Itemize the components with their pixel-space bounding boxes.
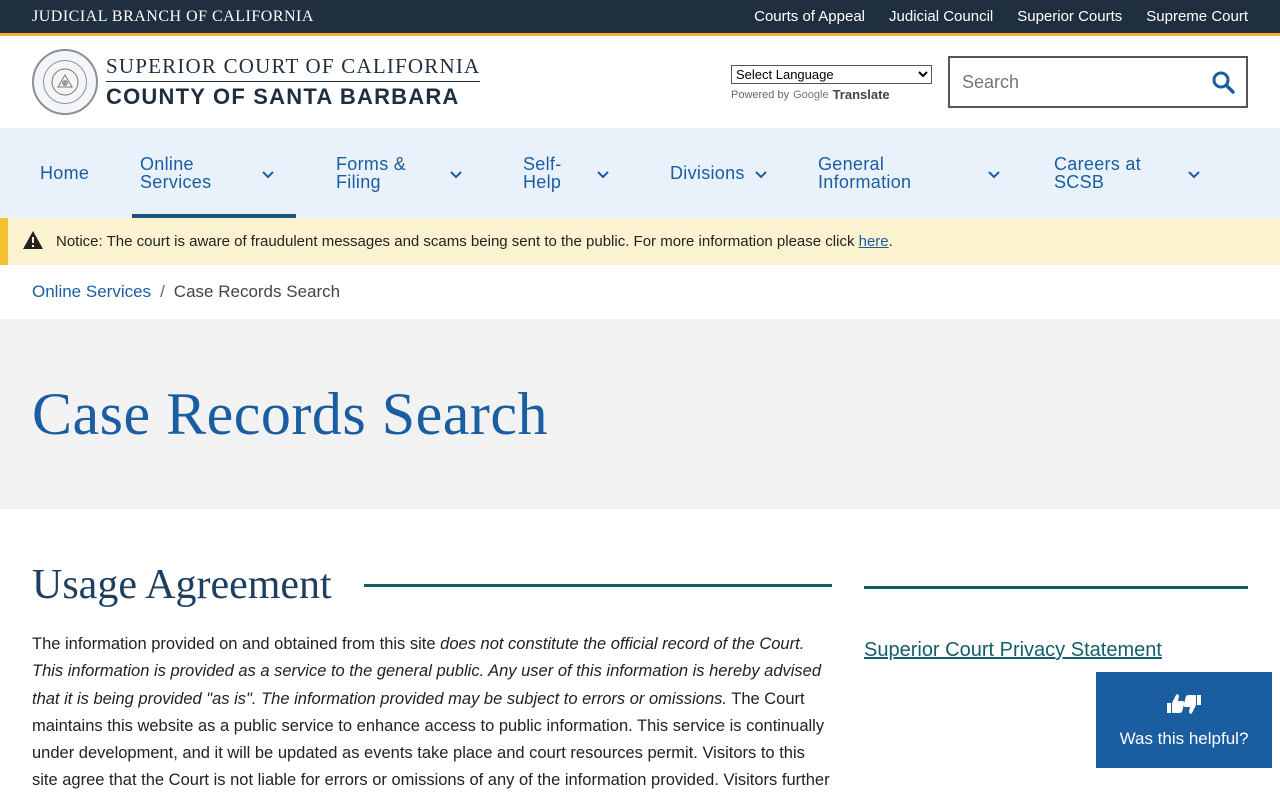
nav-forms-filing[interactable]: Forms & Filing (328, 128, 515, 218)
court-name[interactable]: SUPERIOR COURT OF CALIFORNIA COUNTY OF S… (106, 54, 481, 110)
search-input[interactable] (950, 58, 1200, 106)
nav-self-help[interactable]: Self-Help (515, 128, 662, 218)
search-icon[interactable] (1200, 70, 1246, 94)
chevron-down-icon (262, 163, 274, 184)
usage-agreement-text: The information provided on and obtained… (32, 635, 830, 800)
breadcrumb-current: Case Records Search (173, 282, 341, 301)
page-title: Case Records Search (32, 380, 548, 447)
seal-emblem-icon (43, 60, 87, 104)
chevron-down-icon (755, 163, 767, 184)
chevron-down-icon (450, 163, 462, 184)
warning-icon (22, 230, 44, 254)
breadcrumb-online-services[interactable]: Online Services (32, 282, 151, 302)
google-logo: Google (793, 88, 829, 101)
fraud-notice-banner: Notice: The court is aware of fraudulent… (0, 218, 1280, 265)
main-column: Usage Agreement The information provided… (32, 561, 832, 800)
usage-agreement-heading: Usage Agreement (32, 561, 832, 609)
link-judicial-council[interactable]: Judicial Council (889, 8, 993, 25)
court-name-line2: COUNTY OF SANTA BARBARA (106, 84, 460, 109)
nav-online-services[interactable]: Online Services (132, 128, 296, 218)
chevron-down-icon (597, 163, 609, 184)
nav-divisions[interactable]: Divisions (662, 128, 810, 218)
heading-divider (363, 583, 832, 587)
site-header: SUPERIOR COURT OF CALIFORNIA COUNTY OF S… (0, 36, 1280, 128)
nav-home[interactable]: Home (32, 128, 132, 218)
notice-here-link[interactable]: here (859, 233, 889, 250)
language-select[interactable]: Select Language (731, 65, 932, 84)
utility-links: Courts of Appeal Judicial Council Superi… (754, 8, 1248, 25)
breadcrumb-separator: / (160, 282, 165, 301)
section-title: Usage Agreement (32, 562, 332, 608)
chevron-down-icon (1188, 163, 1200, 184)
nav-careers[interactable]: Careers at SCSB (1046, 128, 1216, 218)
privacy-statement-link[interactable]: Superior Court Privacy Statement (864, 639, 1248, 662)
feedback-button[interactable]: Was this helpful? (1096, 672, 1272, 768)
court-seal-logo[interactable] (32, 49, 98, 115)
page-hero: Case Records Search (0, 319, 1280, 509)
google-translate-widget: Select Language Powered by Google Transl… (731, 65, 932, 102)
chevron-down-icon (988, 163, 1000, 184)
court-name-line1: SUPERIOR COURT OF CALIFORNIA (106, 54, 481, 82)
page-content: Usage Agreement The information provided… (0, 509, 1280, 800)
link-courts-of-appeal[interactable]: Courts of Appeal (754, 8, 865, 25)
main-nav: Home Online Services Forms & Filing Self… (0, 128, 1280, 218)
thumbs-up-down-icon (1165, 692, 1203, 721)
utility-bar: JUDICIAL BRANCH OF CALIFORNIA Courts of … (0, 0, 1280, 36)
judicial-branch-label[interactable]: JUDICIAL BRANCH OF CALIFORNIA (32, 8, 314, 26)
breadcrumb: Online Services / Case Records Search (0, 265, 1280, 319)
site-search (948, 56, 1248, 108)
translate-link[interactable]: Translate (833, 87, 890, 102)
link-superior-courts[interactable]: Superior Courts (1017, 8, 1122, 25)
notice-text: Notice: The court is aware of fraudulent… (56, 233, 893, 250)
link-supreme-court[interactable]: Supreme Court (1146, 8, 1248, 25)
powered-by-google: Powered by Google Translate (731, 87, 890, 102)
sidebar-divider (864, 586, 1248, 589)
feedback-label: Was this helpful? (1119, 728, 1249, 748)
nav-general-information[interactable]: General Information (810, 128, 1046, 218)
